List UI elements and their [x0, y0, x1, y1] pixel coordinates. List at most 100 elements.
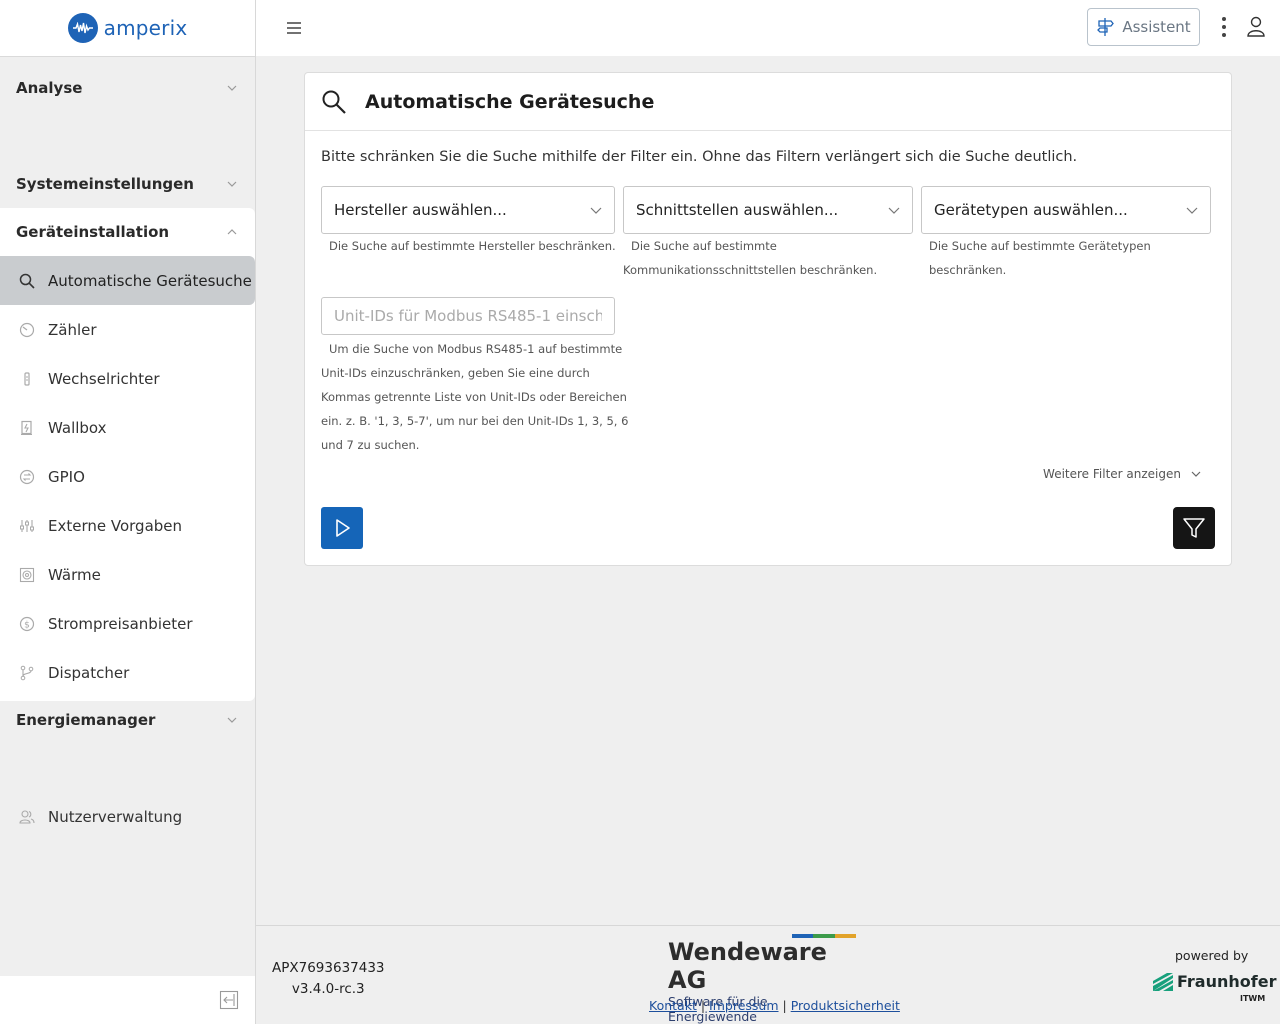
gpio-icon	[18, 468, 36, 486]
logo-text: amperix	[103, 16, 188, 40]
device-type-select-label: Gerätetypen auswählen...	[934, 201, 1128, 219]
fraunhofer-logo: Fraunhofer	[1153, 972, 1276, 991]
interface-help: Die Suche auf bestimmte Kommunikationssc…	[623, 234, 877, 282]
sidebar-item-waerme[interactable]: Wärme	[0, 550, 255, 599]
logo-area: amperix	[0, 0, 255, 57]
sidebar-item-label: Zähler	[48, 320, 97, 339]
amperix-logo[interactable]: amperix	[67, 13, 188, 43]
collapse-sidebar-icon[interactable]	[219, 990, 239, 1010]
filter-button[interactable]	[1173, 507, 1215, 549]
fraunhofer-unit: ITWM	[1240, 994, 1266, 1003]
sidebar-item-externe-vorgaben[interactable]: Externe Vorgaben	[0, 501, 255, 550]
fraunhofer-name: Fraunhofer	[1177, 972, 1277, 991]
version-number: v3.4.0-rc.3	[291, 981, 365, 997]
heat-icon	[18, 566, 36, 584]
interface-select-label: Schnittstellen auswählen...	[636, 201, 839, 219]
start-search-button[interactable]	[321, 507, 363, 549]
sidebar-item-zaehler[interactable]: Zähler	[0, 305, 255, 354]
chevron-down-icon	[1191, 471, 1201, 477]
section-systemeinstellungen[interactable]: Systemeinstellungen	[0, 160, 255, 208]
sidebar-item-label: Wallbox	[48, 418, 107, 437]
assistant-label: Assistent	[1122, 18, 1191, 36]
company-name: Wendeware AG	[668, 938, 827, 994]
manufacturer-select-label: Hersteller auswählen...	[334, 201, 507, 219]
sliders-icon	[18, 517, 36, 535]
chevron-down-icon	[227, 717, 237, 723]
unit-ids-help-line: und 7 zu suchen.	[321, 438, 420, 452]
sidebar-item-label: Automatische Gerätesuche	[48, 271, 252, 290]
more-filters-label: Weitere Filter anzeigen	[1043, 467, 1181, 481]
chevron-up-icon	[227, 229, 237, 235]
section-systemeinstellungen-label: Systemeinstellungen	[16, 175, 194, 193]
powered-by-label: powered by	[1175, 948, 1249, 963]
more-vertical-icon[interactable]	[1220, 16, 1228, 38]
sidebar-item-automatische-geraetesuche[interactable]: Automatische Gerätesuche	[0, 256, 255, 305]
unit-ids-help: Um die Suche von Modbus RS485-1 auf best…	[321, 337, 628, 457]
sidebar-item-nutzerverwaltung[interactable]: Nutzerverwaltung	[0, 792, 255, 841]
sidebar-item-label: Strompreisanbieter	[48, 614, 193, 633]
chevron-down-icon	[1186, 207, 1198, 214]
device-type-select[interactable]: Gerätetypen auswählen...	[921, 186, 1211, 234]
interface-help-line: Die Suche auf bestimmte	[631, 239, 777, 253]
sidebar-item-label: Nutzerverwaltung	[48, 807, 183, 826]
dollar-icon: $	[18, 615, 36, 633]
more-filters-toggle[interactable]: Weitere Filter anzeigen	[1043, 467, 1201, 481]
footer: APX7693637433 v3.4.0-rc.3 Wendeware AG S…	[256, 925, 1280, 1024]
branch-icon	[18, 664, 36, 682]
assistant-button[interactable]: Assistent	[1087, 8, 1200, 46]
footer-links: Kontakt | Impressum | Produktsicherheit	[649, 998, 900, 1013]
unit-ids-help-line: ein. z. B. '1, 3, 5-7', um nur bei den U…	[321, 414, 629, 428]
serial-number: APX7693637433	[272, 960, 385, 976]
chevron-down-icon	[590, 207, 602, 214]
sidebar-item-label: Dispatcher	[48, 663, 130, 682]
product-safety-link[interactable]: Produktsicherheit	[791, 998, 900, 1013]
interface-select[interactable]: Schnittstellen auswählen...	[623, 186, 913, 234]
sidebar: amperix Analyse Systemeinstellungen Gerä…	[0, 0, 256, 1024]
section-energiemanager[interactable]: Energiemanager	[0, 696, 255, 744]
intro-text: Bitte schränken Sie die Suche mithilfe d…	[321, 149, 1078, 165]
sidebar-item-dispatcher[interactable]: Dispatcher	[0, 648, 255, 697]
inverter-icon	[18, 370, 36, 388]
unit-ids-help-line: Unit-IDs einzuschränken, geben Sie eine …	[321, 366, 590, 380]
section-analyse[interactable]: Analyse	[0, 64, 255, 112]
menu-icon[interactable]	[286, 20, 302, 36]
section-energiemanager-label: Energiemanager	[16, 711, 156, 729]
meter-icon	[18, 321, 36, 339]
contact-link[interactable]: Kontakt	[649, 998, 697, 1013]
chevron-down-icon	[888, 207, 900, 214]
interface-help-line: Kommunikationsschnittstellen beschränken…	[623, 263, 878, 277]
sidebar-item-strompreisanbieter[interactable]: $ Strompreisanbieter	[0, 599, 255, 648]
unit-ids-input[interactable]	[321, 297, 615, 335]
device-type-help: Die Suche auf bestimmte Gerätetypen besc…	[929, 239, 1151, 277]
fraunhofer-mark-icon	[1153, 972, 1173, 991]
card-header: Automatische Gerätesuche	[305, 73, 1231, 131]
sidebar-item-label: Wechselrichter	[48, 369, 160, 388]
unit-ids-help-line: Kommas getrennte Liste von Unit-IDs oder…	[321, 390, 627, 404]
play-icon	[336, 519, 350, 537]
search-icon	[322, 90, 346, 114]
sidebar-item-label: Wärme	[48, 565, 101, 584]
users-icon	[18, 808, 36, 826]
svg-text:$: $	[24, 620, 30, 630]
device-info: APX7693637433 v3.4.0-rc.3	[272, 958, 385, 1000]
section-geraeteinstallation-panel: Geräteinstallation Automatische Gerätesu…	[0, 208, 255, 701]
device-search-card: Automatische Gerätesuche Bitte schränken…	[304, 72, 1232, 566]
user-icon[interactable]	[1246, 16, 1266, 38]
section-geraeteinstallation-label: Geräteinstallation	[16, 223, 170, 241]
sidebar-item-wechselrichter[interactable]: Wechselrichter	[0, 354, 255, 403]
sidebar-item-label: Externe Vorgaben	[48, 516, 183, 535]
section-analyse-label: Analyse	[16, 79, 83, 97]
manufacturer-help: Die Suche auf bestimmte Hersteller besch…	[329, 239, 616, 253]
search-icon	[18, 272, 36, 290]
section-geraeteinstallation[interactable]: Geräteinstallation	[0, 208, 255, 256]
sidebar-footer	[0, 976, 255, 1024]
sidebar-item-label: GPIO	[48, 467, 85, 486]
imprint-link[interactable]: Impressum	[709, 998, 778, 1013]
filter-icon	[1183, 518, 1205, 538]
page-title: Automatische Gerätesuche	[365, 90, 655, 113]
sidebar-item-gpio[interactable]: GPIO	[0, 452, 255, 501]
chevron-down-icon	[227, 85, 237, 91]
wallbox-icon	[18, 419, 36, 437]
manufacturer-select[interactable]: Hersteller auswählen...	[321, 186, 615, 234]
sidebar-item-wallbox[interactable]: Wallbox	[0, 403, 255, 452]
